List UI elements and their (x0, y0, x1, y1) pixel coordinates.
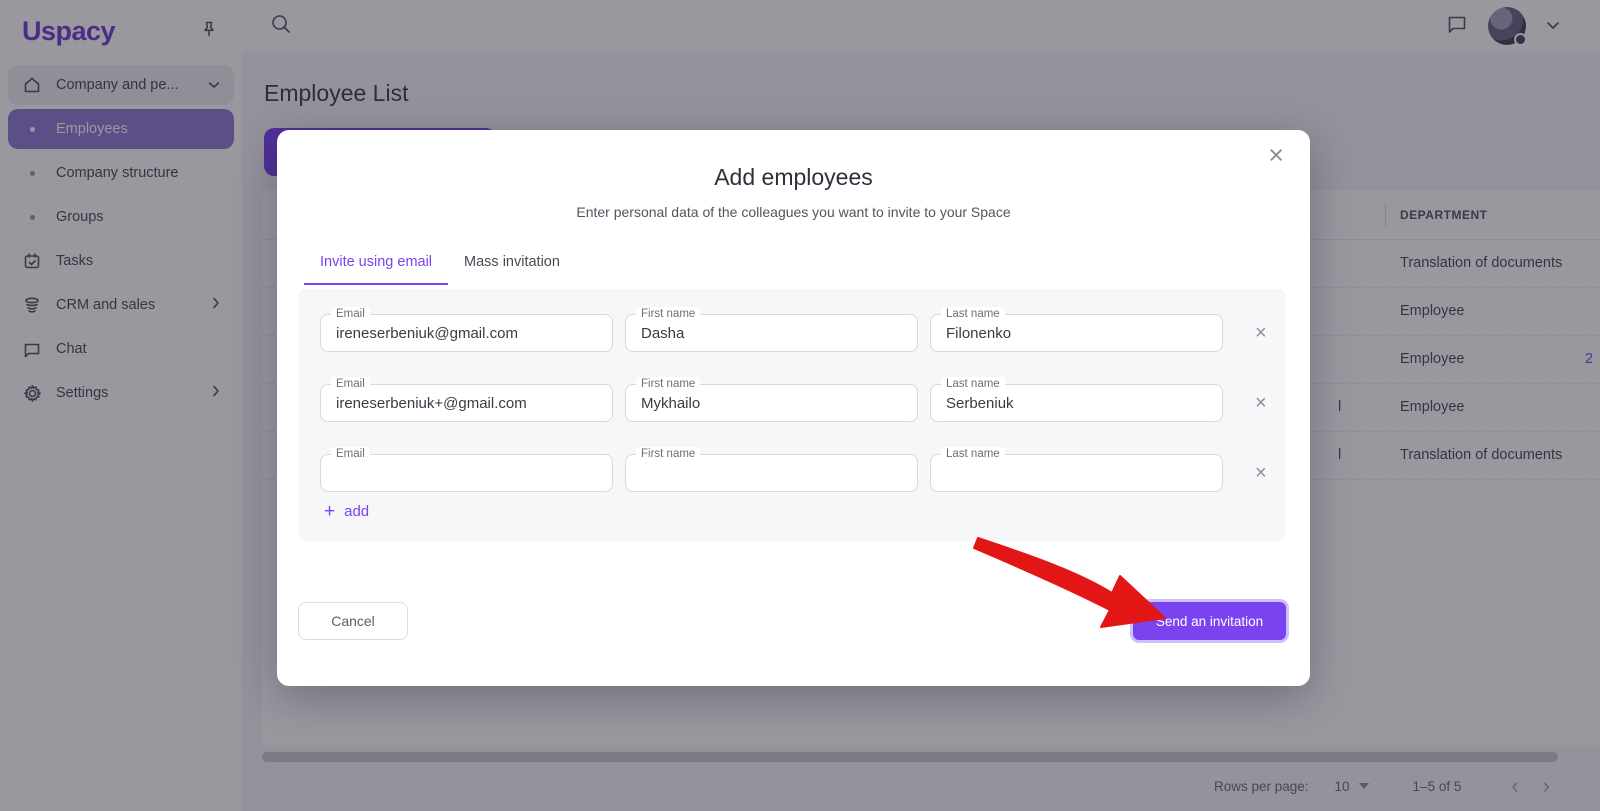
email-input[interactable] (322, 386, 611, 420)
screen: Uspacy Company and pe... Emplo (0, 0, 1600, 811)
first-name-field: First name (625, 314, 918, 352)
last-name-field: Last name (930, 454, 1223, 492)
add-row-label: add (344, 503, 369, 520)
first-name-input[interactable] (627, 316, 916, 350)
modal-tabs: Invite using email Mass invitation (277, 244, 1310, 285)
email-field: Email (320, 384, 613, 422)
email-input[interactable] (322, 316, 611, 350)
remove-row-icon[interactable]: × (1255, 463, 1267, 483)
tab-mass-invitation[interactable]: Mass invitation (448, 244, 576, 285)
tab-invite-using-email[interactable]: Invite using email (304, 244, 448, 285)
plus-icon: + (324, 502, 335, 521)
close-icon[interactable]: × (1268, 142, 1284, 169)
email-field: Email (320, 454, 613, 492)
invite-row: Email First name Last name × (320, 384, 1286, 422)
last-name-input[interactable] (932, 386, 1221, 420)
first-name-input[interactable] (627, 386, 916, 420)
modal-title: Add employees (277, 164, 1310, 191)
first-name-field: First name (625, 384, 918, 422)
first-name-field: First name (625, 454, 918, 492)
last-name-field: Last name (930, 384, 1223, 422)
email-field: Email (320, 314, 613, 352)
remove-row-icon[interactable]: × (1255, 393, 1267, 413)
last-name-input[interactable] (932, 316, 1221, 350)
email-input[interactable] (322, 456, 611, 490)
send-invitation-button[interactable]: Send an invitation (1133, 602, 1286, 640)
invite-row: Email First name Last name × (320, 454, 1286, 492)
cancel-button[interactable]: Cancel (298, 602, 408, 640)
modal-subtitle: Enter personal data of the colleagues yo… (277, 204, 1310, 220)
invite-form-panel: Email First name Last name × Email (298, 289, 1286, 541)
add-employees-modal: × Add employees Enter personal data of t… (277, 130, 1310, 686)
remove-row-icon[interactable]: × (1255, 323, 1267, 343)
last-name-input[interactable] (932, 456, 1221, 490)
add-row-button[interactable]: + add (324, 502, 369, 521)
invite-row: Email First name Last name × (320, 314, 1286, 352)
first-name-input[interactable] (627, 456, 916, 490)
last-name-field: Last name (930, 314, 1223, 352)
